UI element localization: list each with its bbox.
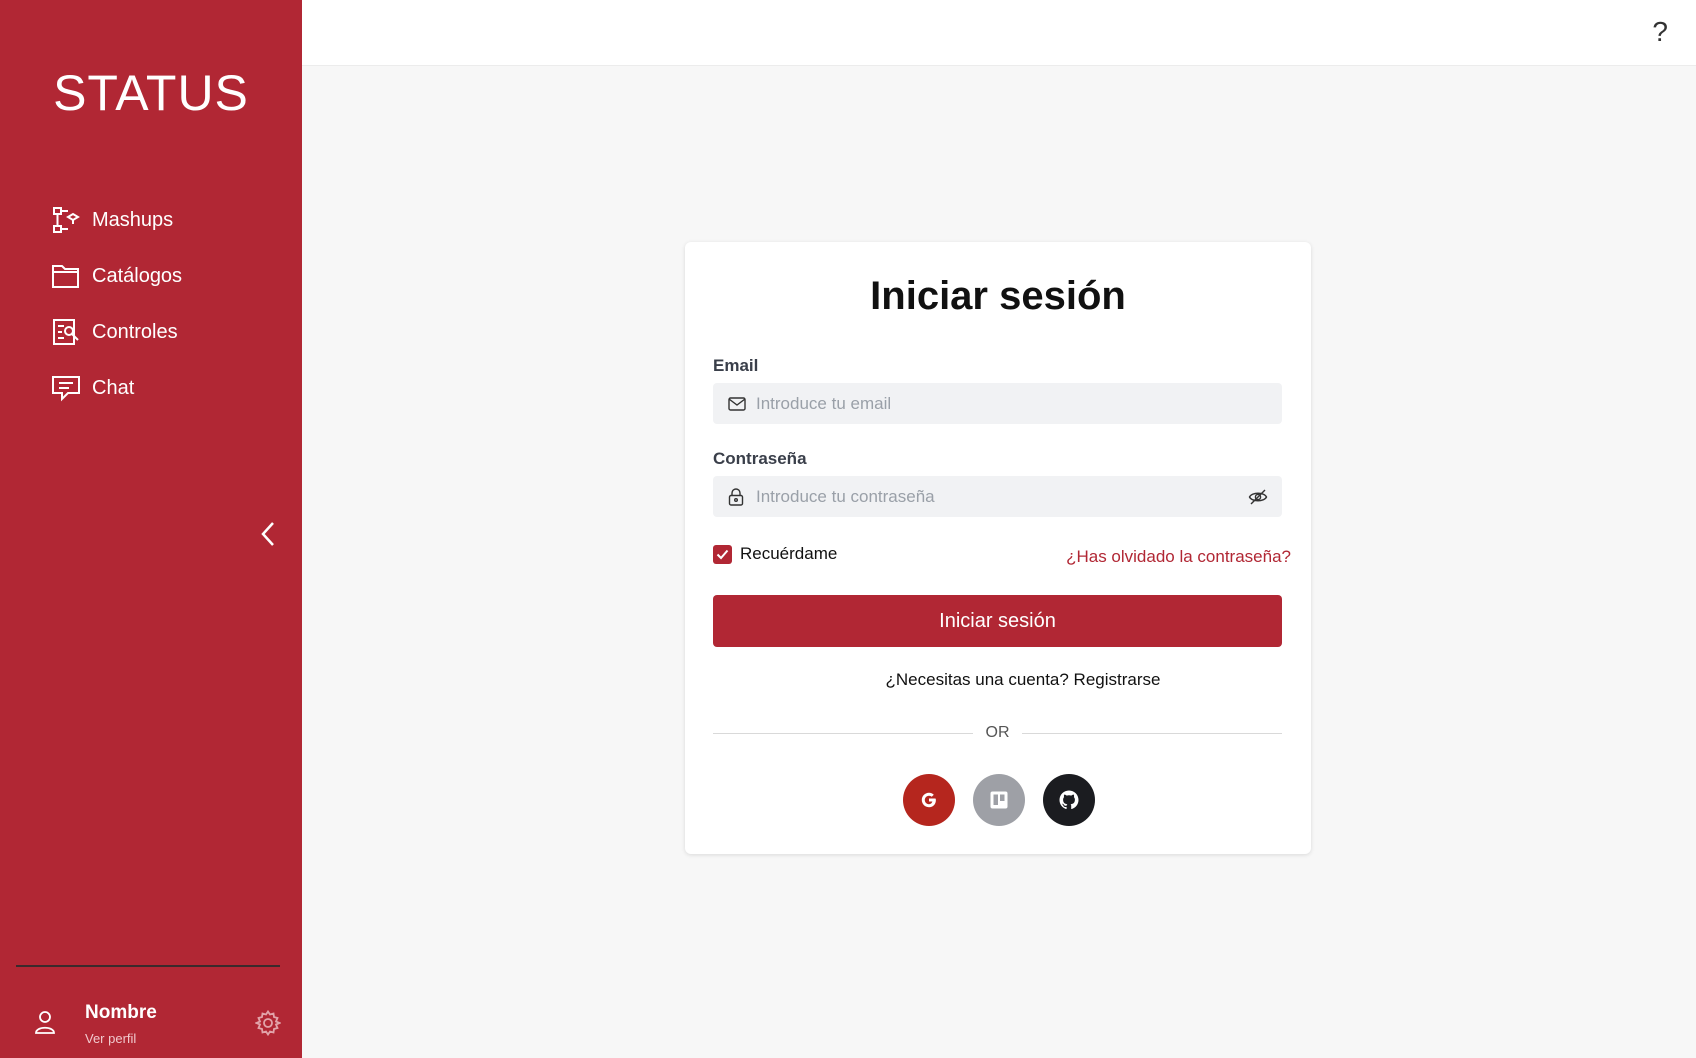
forgot-password-link[interactable]: ¿Has olvidado la contraseña? <box>1066 547 1291 567</box>
user-icon <box>34 1010 56 1034</box>
trello-icon <box>990 791 1008 809</box>
sidebar-item-label: Mashups <box>92 208 174 231</box>
gear-icon[interactable] <box>254 1009 282 1037</box>
checkbox-checked-icon[interactable] <box>713 544 732 564</box>
sidebar-item-mashups[interactable]: Mashups <box>50 192 182 248</box>
register-prompt: ¿Necesitas una cuenta? Registrarse <box>685 670 1311 690</box>
sidebar-item-label: Catálogos <box>92 264 183 287</box>
email-label: Email <box>713 356 759 375</box>
help-button[interactable]: ? <box>1652 16 1668 48</box>
view-profile-link[interactable]: Ver perfil <box>85 1031 136 1046</box>
register-link[interactable]: ¿Necesitas una cuenta? Registrarse <box>886 670 1161 689</box>
collapse-sidebar-button[interactable] <box>256 520 282 548</box>
sidebar-item-catalogos[interactable]: Catálogos <box>50 248 182 304</box>
google-icon <box>921 792 936 808</box>
google-login-button[interactable] <box>903 774 955 826</box>
controls-icon <box>50 316 82 348</box>
sidebar-item-chat[interactable]: Chat <box>50 360 182 416</box>
email-field-wrapper <box>713 383 1282 424</box>
password-field-wrapper <box>713 476 1282 517</box>
social-login-buttons <box>685 774 1311 826</box>
sidebar-item-label: Controles <box>92 320 178 343</box>
user-name: Nombre <box>85 1002 157 1023</box>
remember-me-checkbox[interactable]: Recuérdame <box>713 544 837 564</box>
sidebar-item-controles[interactable]: Controles <box>50 304 182 360</box>
password-label: Contraseña <box>713 449 807 468</box>
brand-logo: STATUS <box>53 65 249 121</box>
user-panel: Nombre Ver perfil <box>0 990 302 1058</box>
mail-icon <box>728 395 746 413</box>
eye-off-icon[interactable] <box>1248 487 1268 507</box>
or-divider: OR <box>713 723 1282 743</box>
top-bar: ? <box>302 0 1696 66</box>
chevron-left-icon <box>261 522 274 546</box>
login-card: Iniciar sesión Email Contraseña <box>685 242 1311 854</box>
password-input[interactable] <box>756 486 1248 507</box>
sidebar: STATUS Mashups Catálogos Controles Chat … <box>0 0 302 1058</box>
github-login-button[interactable] <box>1043 774 1095 826</box>
login-button[interactable]: Iniciar sesión <box>713 595 1282 647</box>
folder-icon <box>50 260 82 292</box>
trello-login-button[interactable] <box>973 774 1025 826</box>
chat-icon <box>50 372 82 404</box>
sidebar-nav: Mashups Catálogos Controles Chat <box>50 192 182 416</box>
sidebar-divider <box>16 965 280 967</box>
lock-icon <box>728 487 746 506</box>
email-input[interactable] <box>756 393 1282 414</box>
sidebar-item-label: Chat <box>92 376 135 399</box>
mashups-icon <box>50 204 82 236</box>
remember-me-label: Recuérdame <box>740 544 838 563</box>
github-icon <box>1059 790 1079 810</box>
page-title: Iniciar sesión <box>870 274 1126 318</box>
divider-line <box>1022 733 1282 734</box>
